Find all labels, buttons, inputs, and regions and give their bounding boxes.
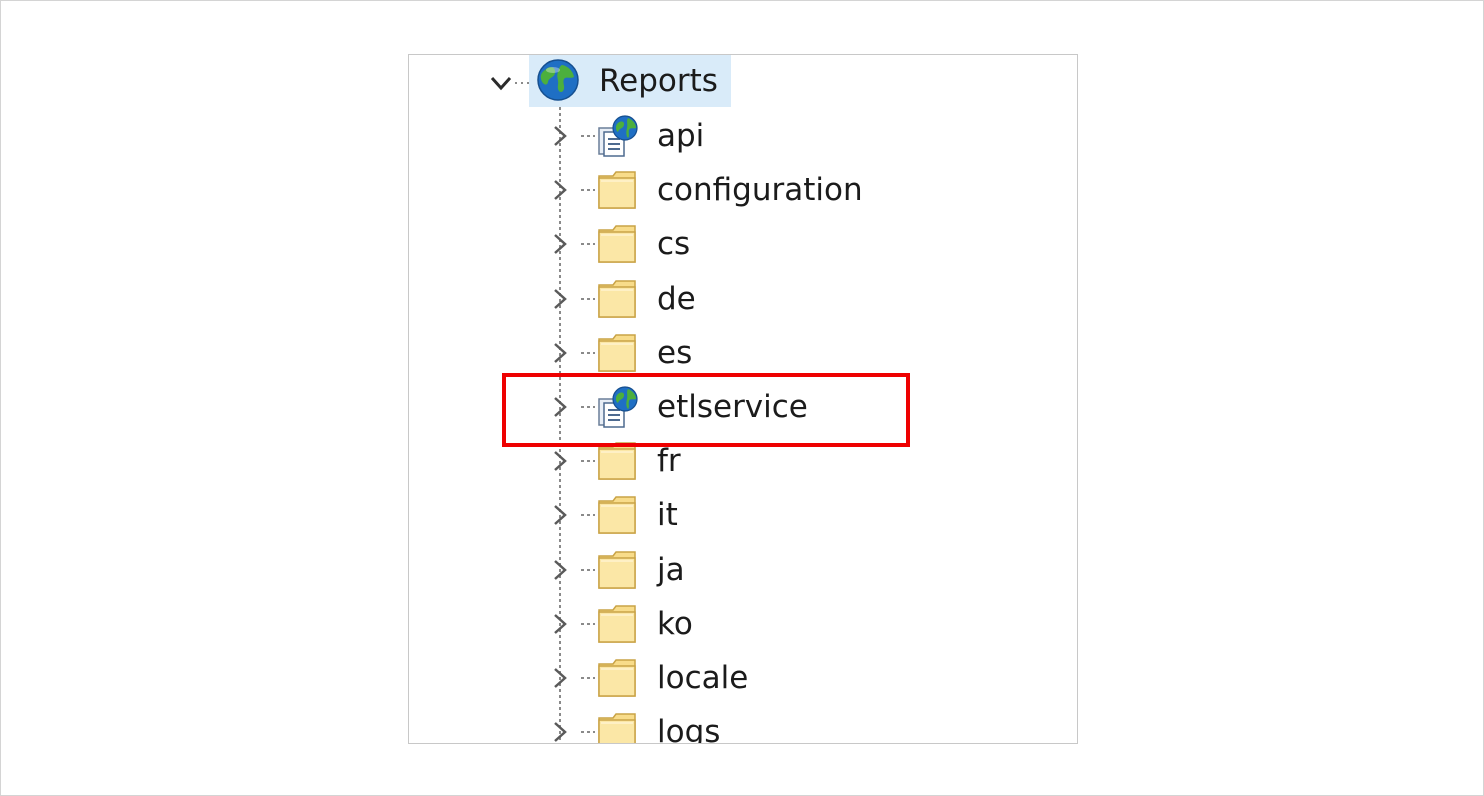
folder-icon xyxy=(598,171,636,209)
chevron-right-icon[interactable] xyxy=(549,339,571,367)
screenshot-frame: Reports api configuration cs de es etlservice… xyxy=(0,0,1484,796)
chevron-right-icon[interactable] xyxy=(549,447,571,475)
tree-connector-dots xyxy=(581,460,595,463)
folder-icon xyxy=(598,550,636,589)
tree-children: api configuration cs de es etlservice fr it ja ko… xyxy=(409,55,1077,743)
tree-connector-dots xyxy=(581,243,595,246)
chevron-right-icon[interactable] xyxy=(549,122,571,150)
tree-item-label[interactable]: fr xyxy=(657,441,681,481)
chevron-right-icon[interactable] xyxy=(549,285,571,313)
tree-item-label[interactable]: cs xyxy=(657,224,690,264)
tree-item-label[interactable]: it xyxy=(657,495,678,535)
tree-connector-dots xyxy=(581,622,595,625)
chevron-right-icon[interactable] xyxy=(549,230,571,258)
tree-item-ko[interactable]: ko xyxy=(409,597,1077,651)
tree-connector-dots xyxy=(581,189,595,192)
iis-connections-tree: Reports api configuration cs de es etlservice… xyxy=(408,54,1078,744)
tree-item-ja[interactable]: ja xyxy=(409,543,1077,597)
chevron-right-icon[interactable] xyxy=(549,176,571,204)
web-application-icon xyxy=(598,386,638,428)
tree-item-fr[interactable]: fr xyxy=(409,434,1077,488)
tree-item-de[interactable]: de xyxy=(409,272,1077,326)
tree-item-logs[interactable]: logs xyxy=(409,705,1077,744)
tree-item-api[interactable]: api xyxy=(409,109,1077,163)
chevron-right-icon[interactable] xyxy=(549,501,571,529)
tree-connector-dots xyxy=(581,677,595,679)
tree-item-label[interactable]: api xyxy=(657,116,704,156)
tree-item-label[interactable]: locale xyxy=(657,658,748,698)
tree-item-locale[interactable]: locale xyxy=(409,651,1077,705)
tree-item-es[interactable]: es xyxy=(409,326,1077,380)
tree-connector-dots xyxy=(581,514,595,517)
tree-item-etlservice[interactable]: etlservice xyxy=(409,380,1077,434)
tree-item-configuration[interactable]: configuration xyxy=(409,163,1077,217)
tree-connector-dots xyxy=(581,135,595,137)
web-application-icon xyxy=(598,115,638,157)
tree-item-label[interactable]: logs xyxy=(657,712,720,743)
folder-icon xyxy=(598,442,636,480)
tree-item-label[interactable]: configuration xyxy=(657,170,863,210)
tree-item-label[interactable]: etlservice xyxy=(657,387,808,427)
tree-item-it[interactable]: it xyxy=(409,488,1077,542)
tree-connector-dots xyxy=(581,406,595,408)
chevron-right-icon[interactable] xyxy=(549,610,571,638)
tree-connector-dots xyxy=(581,297,595,300)
chevron-right-icon[interactable] xyxy=(549,393,571,421)
chevron-right-icon[interactable] xyxy=(549,556,571,584)
folder-icon xyxy=(598,605,636,643)
chevron-right-icon[interactable] xyxy=(549,664,571,692)
tree-connector-dots xyxy=(581,731,595,734)
tree-connector-dots xyxy=(581,351,595,354)
folder-icon xyxy=(598,334,636,372)
tree-item-label[interactable]: es xyxy=(657,333,692,373)
folder-icon xyxy=(598,659,636,697)
tree-item-label[interactable]: ja xyxy=(657,550,685,590)
tree-item-cs[interactable]: cs xyxy=(409,217,1077,271)
tree-connector-dots xyxy=(581,568,595,571)
tree-item-label[interactable]: ko xyxy=(657,604,693,644)
folder-icon xyxy=(598,496,636,535)
chevron-right-icon[interactable] xyxy=(549,718,571,744)
folder-icon xyxy=(598,279,636,318)
tree-item-label[interactable]: de xyxy=(657,279,696,319)
folder-icon xyxy=(598,225,636,264)
folder-icon xyxy=(598,713,636,743)
